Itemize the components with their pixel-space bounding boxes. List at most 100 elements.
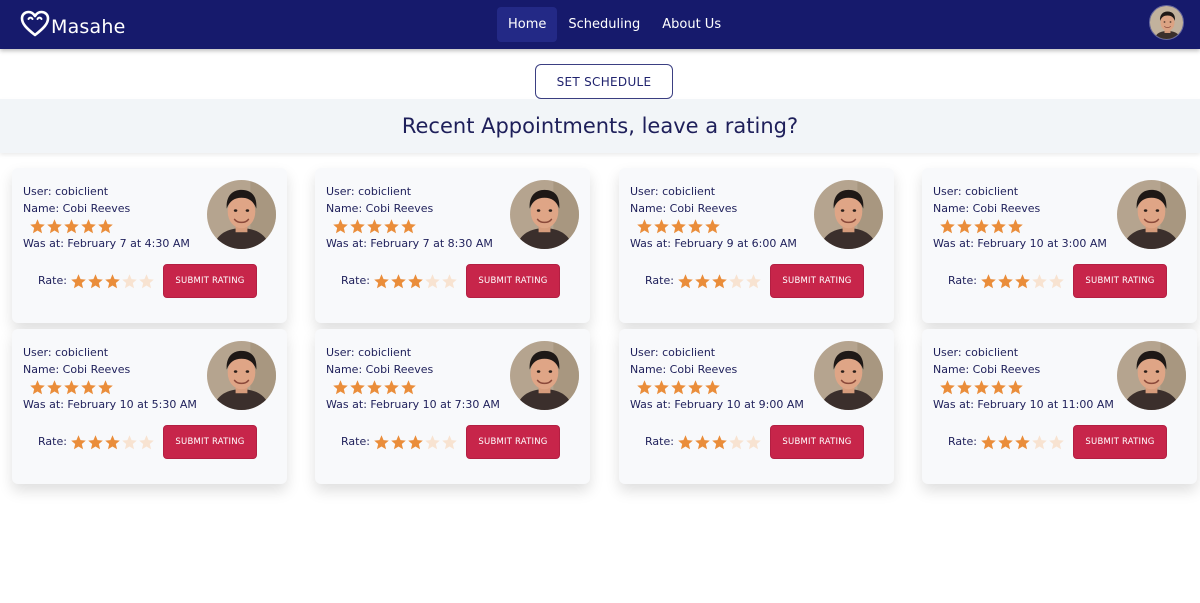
rate-star-1[interactable] [980, 273, 997, 290]
profile-avatar[interactable] [1149, 5, 1184, 40]
appointment-info: User: cobiclient Name: Cobi Reeves Was at:… [326, 344, 500, 413]
therapist-photo-icon [510, 180, 579, 249]
rate-star-2[interactable] [390, 273, 407, 290]
rate-star-5[interactable] [1048, 273, 1065, 290]
set-schedule-button[interactable]: SET SCHEDULE [535, 64, 673, 99]
star-icon [71, 435, 86, 450]
rate-star-3[interactable] [407, 273, 424, 290]
star-icon [425, 435, 440, 450]
rate-star-3[interactable] [711, 434, 728, 451]
star-icon [139, 435, 154, 450]
rate-star-2[interactable] [997, 273, 1014, 290]
rating-star-icon [384, 379, 399, 394]
star-icon [695, 435, 710, 450]
therapist-rating [939, 378, 1114, 396]
submit-rating-button[interactable]: SUBMIT RATING [770, 425, 864, 459]
rate-star-2[interactable] [694, 434, 711, 451]
submit-rating-button[interactable]: SUBMIT RATING [1073, 425, 1167, 459]
rate-stars-input[interactable] [70, 434, 155, 451]
nav-about-us[interactable]: About Us [651, 7, 732, 42]
rate-star-4[interactable] [1031, 273, 1048, 290]
submit-rating-button[interactable]: SUBMIT RATING [163, 425, 257, 459]
appointment-info: User: cobiclient Name: Cobi Reeves Was at:… [933, 344, 1114, 413]
rating-star-icon [350, 379, 365, 394]
rate-star-5[interactable] [441, 434, 458, 451]
rate-star-5[interactable] [1048, 434, 1065, 451]
therapist-photo [814, 341, 883, 410]
rate-star-4[interactable] [728, 434, 745, 451]
nav-home[interactable]: Home [497, 7, 558, 42]
rate-star-3[interactable] [711, 273, 728, 290]
rate-star-4[interactable] [121, 434, 138, 451]
rate-stars-input[interactable] [373, 273, 458, 290]
rating-star-icon [384, 218, 399, 233]
submit-rating-button[interactable]: SUBMIT RATING [1073, 264, 1167, 298]
rate-stars-input[interactable] [677, 434, 762, 451]
rating-star-icon [30, 379, 45, 394]
rating-star-icon [98, 379, 113, 394]
rate-stars-input[interactable] [70, 273, 155, 290]
rate-star-1[interactable] [70, 434, 87, 451]
rate-star-1[interactable] [70, 273, 87, 290]
appointment-info: User: cobiclient Name: Cobi Reeves Was at:… [23, 183, 190, 252]
therapist-rating [636, 378, 804, 396]
rate-star-1[interactable] [677, 434, 694, 451]
star-icon [391, 274, 406, 289]
rate-star-2[interactable] [87, 273, 104, 290]
submit-rating-button[interactable]: SUBMIT RATING [466, 264, 560, 298]
rate-star-5[interactable] [745, 273, 762, 290]
appointment-name: Name: Cobi Reeves [630, 202, 738, 215]
rate-star-5[interactable] [138, 273, 155, 290]
rate-stars-input[interactable] [373, 434, 458, 451]
rating-star-icon [688, 218, 703, 233]
rating-star-icon [367, 218, 382, 233]
appointment-card: User: cobiclient Name: Cobi Reeves Was at:… [315, 329, 590, 484]
rate-star-4[interactable] [424, 273, 441, 290]
star-icon [998, 435, 1013, 450]
rate-star-1[interactable] [373, 434, 390, 451]
submit-rating-button[interactable]: SUBMIT RATING [466, 425, 560, 459]
rate-stars-input[interactable] [677, 273, 762, 290]
rate-star-1[interactable] [677, 273, 694, 290]
brand-logo[interactable]: Masahe [20, 8, 126, 40]
rate-star-5[interactable] [138, 434, 155, 451]
rating-star-icon [81, 379, 96, 394]
rate-star-5[interactable] [745, 434, 762, 451]
rate-star-3[interactable] [407, 434, 424, 451]
rate-star-2[interactable] [694, 273, 711, 290]
rating-star-icon [401, 379, 416, 394]
submit-rating-button[interactable]: SUBMIT RATING [770, 264, 864, 298]
rating-star-icon [957, 218, 972, 233]
rate-star-3[interactable] [1014, 273, 1031, 290]
star-icon [981, 274, 996, 289]
appointment-name: Name: Cobi Reeves [933, 363, 1041, 376]
rating-star-icon [81, 218, 96, 233]
rating-star-icon [1008, 218, 1023, 233]
rate-star-3[interactable] [104, 434, 121, 451]
rate-star-4[interactable] [728, 273, 745, 290]
rating-star-icon [637, 218, 652, 233]
appointment-time: Was at: February 10 at 5:30 AM [23, 398, 197, 411]
rate-star-3[interactable] [104, 273, 121, 290]
rate-stars-input[interactable] [980, 434, 1065, 451]
rate-star-1[interactable] [980, 434, 997, 451]
rate-label: Rate: [645, 435, 674, 448]
rating-star-icon [654, 379, 669, 394]
rate-star-4[interactable] [1031, 434, 1048, 451]
appointment-name: Name: Cobi Reeves [326, 363, 434, 376]
rate-star-2[interactable] [390, 434, 407, 451]
nav-scheduling[interactable]: Scheduling [557, 7, 651, 42]
rate-star-2[interactable] [997, 434, 1014, 451]
rate-star-3[interactable] [1014, 434, 1031, 451]
appointment-user: User: cobiclient [933, 346, 1019, 359]
rate-star-4[interactable] [424, 434, 441, 451]
rate-star-5[interactable] [441, 273, 458, 290]
star-icon [729, 274, 744, 289]
rate-star-1[interactable] [373, 273, 390, 290]
submit-rating-button[interactable]: SUBMIT RATING [163, 264, 257, 298]
rate-star-4[interactable] [121, 273, 138, 290]
rate-stars-input[interactable] [980, 273, 1065, 290]
main-nav: Home Scheduling About Us [497, 7, 732, 42]
rate-star-2[interactable] [87, 434, 104, 451]
rating-star-icon [367, 379, 382, 394]
